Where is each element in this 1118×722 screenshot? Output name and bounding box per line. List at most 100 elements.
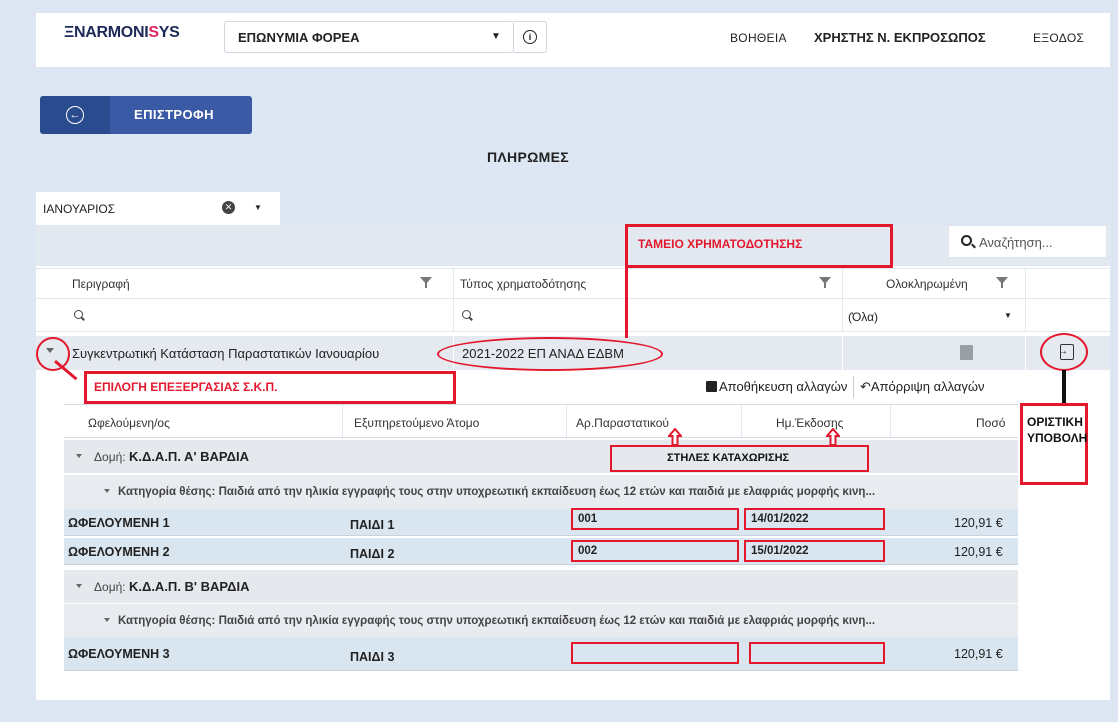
issue-date-input[interactable]: 14/01/2022	[744, 508, 885, 530]
info-icon: i	[523, 30, 537, 44]
divider	[342, 405, 343, 439]
logo-accent: S	[148, 24, 159, 41]
doc-number-input[interactable]: 002	[571, 540, 739, 562]
undo-icon: ↶	[860, 379, 871, 394]
arrow-up-icon	[668, 428, 682, 446]
group-label-prefix: Δομή:	[94, 580, 126, 594]
group-label: Δομή: Κ.Δ.Α.Π. Β' ΒΑΡΔΙΑ	[94, 579, 249, 594]
category-label: Κατηγορία θέσης: Παιδιά από την ηλικία ε…	[118, 486, 876, 498]
logo-suffix: YS	[158, 24, 180, 41]
divider	[842, 336, 843, 370]
completed-checkbox[interactable]	[960, 345, 973, 360]
divider	[842, 300, 843, 332]
person-cell: ΠΑΙΔΙ 3	[350, 650, 395, 664]
search-placeholder: Αναζήτηση...	[979, 235, 1053, 250]
amount-cell: 120,91 €	[954, 647, 1003, 661]
annotation-funding-source: ΤΑΜΕΙΟ ΧΡΗΜΑΤΟΔΟΤΗΣΗΣ	[638, 237, 803, 251]
discard-changes-button[interactable]: ↶Απόρριψη αλλαγών	[853, 376, 991, 398]
save-changes-label: Αποθήκευση αλλαγών	[719, 379, 848, 394]
column-header-description[interactable]: Περιγραφή	[72, 277, 130, 291]
info-button[interactable]: i	[514, 21, 547, 53]
filter-icon[interactable]	[420, 277, 432, 288]
annotation-select-edit: ΕΠΙΛΟΓΗ ΕΠΕΞΕΡΓΑΣΙΑΣ Σ.Κ.Π.	[94, 380, 278, 394]
divider	[453, 269, 454, 300]
clear-icon[interactable]: ✕	[222, 201, 235, 214]
divider	[890, 405, 891, 439]
category-row[interactable]: Κατηγορία θέσης: Παιδιά από την ηλικία ε…	[64, 475, 1018, 510]
annotation-connector	[1062, 370, 1066, 404]
chevron-down-icon[interactable]: ▼	[1004, 311, 1012, 320]
chevron-down-icon[interactable]: ▼	[254, 203, 262, 212]
grid-filter-row: (Όλα) ▼	[36, 300, 1110, 332]
completed-filter-select[interactable]: (Όλα)	[848, 310, 878, 324]
column-header-person[interactable]: Εξυπηρετούμενο Άτομο	[354, 416, 479, 430]
back-button[interactable]: ← ΕΠΙΣΤΡΟΦΗ	[40, 96, 252, 134]
collapse-icon[interactable]	[104, 618, 110, 622]
column-header-funding-type[interactable]: Τύπος χρηματοδότησης	[460, 277, 586, 291]
column-header-beneficiary[interactable]: Ωφελούμενη/ος	[88, 416, 170, 430]
group-label-prefix: Δομή:	[94, 450, 126, 464]
search-icon[interactable]	[462, 310, 471, 319]
search-icon	[961, 235, 972, 246]
annotation-oval-funding	[437, 337, 663, 371]
logo-prefix: Ξ	[64, 24, 74, 41]
doc-number-input[interactable]	[571, 642, 739, 664]
divider	[842, 269, 843, 300]
month-select[interactable]: ΙΑΝΟΥΑΡΙΟΣ ✕ ▼	[36, 192, 280, 225]
annotation-final-line2: ΥΠΟΒΟΛΗ	[1027, 431, 1088, 445]
detail-grid-header: Ωφελούμενη/ος Εξυπηρετούμενο Άτομο Αρ.Πα…	[64, 404, 1018, 439]
discard-changes-label: Απόρριψη αλλαγών	[870, 379, 985, 394]
column-header-completed[interactable]: Ολοκληρωμένη	[886, 277, 968, 291]
user-name[interactable]: ΧΡΗΣΤΗΣ Ν. ΕΚΠΡΟΣΩΠΟΣ	[814, 30, 986, 45]
category-row[interactable]: Κατηγορία θέσης: Παιδιά από την ηλικία ε…	[64, 604, 1018, 639]
filter-icon[interactable]	[819, 277, 831, 288]
group-row[interactable]: Δομή: Κ.Δ.Α.Π. Α' ΒΑΡΔΙΑ	[64, 440, 1018, 473]
annotation-final-line1: ΟΡΙΣΤΙΚΗ	[1027, 415, 1083, 429]
annotation-oval-submit	[1040, 333, 1088, 371]
group-name: Κ.Δ.Α.Π. Α' ΒΑΡΔΙΑ	[128, 449, 249, 464]
chevron-down-icon: ▼	[491, 31, 501, 42]
collapse-icon[interactable]	[104, 489, 110, 493]
arrow-left-circle-icon: ←	[66, 106, 84, 124]
beneficiary-cell: ΩΦΕΛΟΥΜΕΝΗ 3	[68, 647, 170, 661]
save-changes-button[interactable]: Αποθήκευση αλλαγών	[700, 376, 853, 398]
annotation-entry-columns: ΣΤΗΛΕΣ ΚΑΤΑΧΩΡΙΣΗΣ	[667, 452, 790, 464]
month-select-value: ΙΑΝΟΥΑΡΙΟΣ	[43, 202, 116, 216]
beneficiary-cell: ΩΦΕΛΟΥΜΕΝΗ 2	[68, 545, 170, 559]
arrow-up-icon	[826, 428, 840, 446]
column-header-amount[interactable]: Ποσό	[976, 416, 1005, 430]
logout-link[interactable]: ΕΞΟΔΟΣ	[1033, 31, 1084, 45]
group-row[interactable]: Δομή: Κ.Δ.Α.Π. Β' ΒΑΡΔΙΑ	[64, 570, 1018, 603]
collapse-icon[interactable]	[76, 584, 82, 588]
back-button-label: ΕΠΙΣΤΡΟΦΗ	[110, 96, 252, 134]
person-cell: ΠΑΙΔΙ 2	[350, 547, 395, 561]
beneficiary-cell: ΩΦΕΛΟΥΜΕΝΗ 1	[68, 516, 170, 530]
organization-select-value: ΕΠΩΝΥΜΙΑ ΦΟΡΕΑ	[238, 30, 360, 45]
divider	[741, 405, 742, 439]
page-title: ΠΛΗΡΩΜΕΣ	[487, 149, 569, 165]
collapse-icon[interactable]	[76, 454, 82, 458]
divider	[453, 300, 454, 332]
column-header-doc-number[interactable]: Αρ.Παραστατικού	[576, 416, 669, 430]
annotation-oval-expand	[36, 337, 70, 371]
save-icon	[706, 381, 717, 392]
search-icon[interactable]	[74, 310, 83, 319]
issue-date-input[interactable]	[749, 642, 885, 664]
doc-number-input[interactable]: 001	[571, 508, 739, 530]
help-link[interactable]: ΒΟΗΘΕΙΑ	[730, 31, 787, 45]
issue-date-input[interactable]: 15/01/2022	[744, 540, 885, 562]
logo-text: NARMONI	[74, 24, 149, 41]
app-logo[interactable]: ΞNARMONISYS	[64, 24, 180, 42]
person-cell: ΠΑΙΔΙ 1	[350, 518, 395, 532]
category-label: Κατηγορία θέσης: Παιδιά από την ηλικία ε…	[118, 615, 876, 627]
grid-header-row: Περιγραφή Τύπος χρηματοδότησης Ολοκληρωμ…	[36, 268, 1110, 300]
divider	[1025, 300, 1026, 332]
divider	[1025, 336, 1026, 370]
organization-select[interactable]: ΕΠΩΝΥΜΙΑ ΦΟΡΕΑ ▼	[224, 21, 514, 53]
filter-icon[interactable]	[996, 277, 1008, 288]
amount-cell: 120,91 €	[954, 516, 1003, 530]
annotation-connector	[625, 267, 628, 338]
divider	[566, 405, 567, 439]
search-input[interactable]: Αναζήτηση...	[948, 225, 1107, 258]
amount-cell: 120,91 €	[954, 545, 1003, 559]
